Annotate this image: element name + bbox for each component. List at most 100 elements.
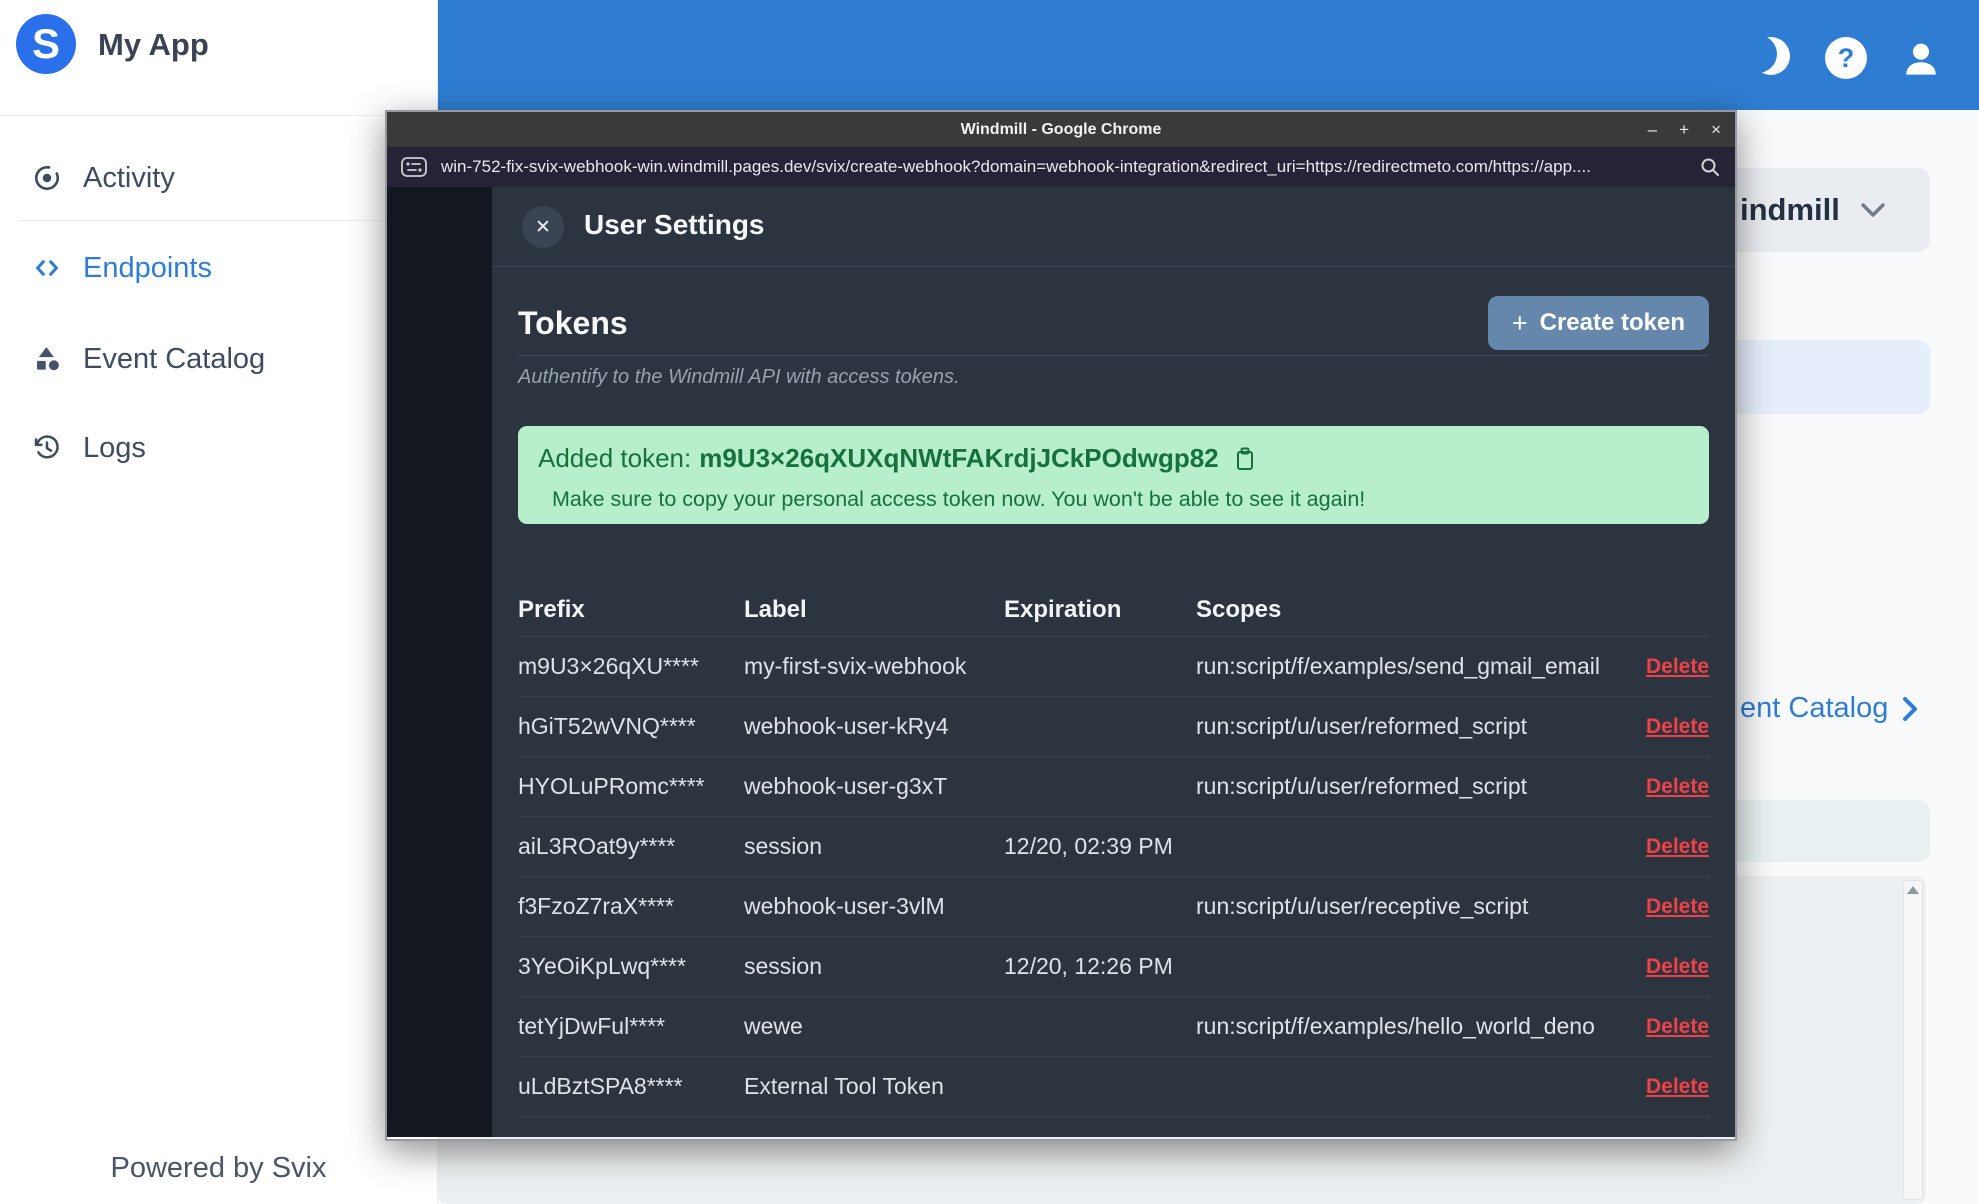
cell-prefix: i9AjXYkJRv**** <box>518 1133 744 1137</box>
chrome-window: Windmill - Google Chrome – + × win-752-f… <box>385 110 1737 1141</box>
token-table-row: m9U3×26qXU**** my-first-svix-webhook run:s… <box>518 637 1709 697</box>
event-catalog-icon <box>32 344 62 374</box>
token-table-row: HYOLuPRomc**** webhook-user-g3xT run:scrip… <box>518 757 1709 817</box>
site-settings-icon[interactable] <box>401 157 427 177</box>
user-icon[interactable] <box>1899 37 1943 81</box>
dark-mode-toggle-icon[interactable] <box>1739 35 1792 77</box>
cell-label: wewe <box>744 1013 803 1039</box>
cell-prefix: HYOLuPRomc**** <box>518 773 705 799</box>
cell-prefix: m9U3×26qXU**** <box>518 653 699 679</box>
divider <box>0 115 437 116</box>
cell-expiration: 12/20, 02:39 PM <box>1004 833 1173 859</box>
scrollbar[interactable] <box>1903 880 1923 1200</box>
sidebar-item-activity[interactable]: Activity <box>0 149 437 207</box>
token-value: m9U3×26qXUXqNWtFAKrdjJCkPOdwgp82 <box>699 443 1219 473</box>
column-header-prefix: Prefix <box>518 596 585 623</box>
window-title: Windmill - Google Chrome <box>960 120 1162 138</box>
cell-prefix: hGiT52wVNQ**** <box>518 713 696 739</box>
url-bar[interactable]: win-752-fix-svix-webhook-win.windmill.pa… <box>387 147 1735 187</box>
sidebar-item-label: Activity <box>83 161 175 194</box>
sidebar-item-label: Event Catalog <box>83 342 266 375</box>
drawer-title: User Settings <box>584 209 765 240</box>
added-token-label: Added token: <box>538 443 692 473</box>
sidebar-item-event-catalog[interactable]: Event Catalog <box>0 330 437 388</box>
token-table-row: uLdBztSPA8**** External Tool Token Delete <box>518 1057 1709 1117</box>
delete-token-link[interactable]: Delete <box>1625 895 1709 919</box>
logs-icon <box>32 433 62 463</box>
modal-backdrop <box>387 187 492 1137</box>
window-content: ✕ User Settings Tokens + Create token Au… <box>387 187 1735 1137</box>
tokens-table-body: m9U3×26qXU**** my-first-svix-webhook run:s… <box>518 637 1709 1137</box>
cell-prefix: 3YeOiKpLwq**** <box>518 953 686 979</box>
token-table-row: 3YeOiKpLwq**** session 12/20, 12:26 PM Dele… <box>518 937 1709 997</box>
tokens-subtitle: Authentify to the Windmill API with acce… <box>518 366 960 388</box>
maximize-button[interactable]: + <box>1679 121 1689 138</box>
url-text[interactable]: win-752-fix-svix-webhook-win.windmill.pa… <box>441 157 1685 177</box>
delete-token-link[interactable]: Delete <box>1625 715 1709 739</box>
window-titlebar[interactable]: Windmill - Google Chrome – + × <box>387 112 1735 147</box>
tokens-heading: Tokens <box>518 304 628 341</box>
token-table-row: f3FzoZ7raX**** webhook-user-3vlM run:scrip… <box>518 877 1709 937</box>
workspace-label: indmill <box>1740 192 1840 227</box>
cell-scopes: run:script/u/user/reformed_script <box>1196 773 1528 799</box>
sidebar: S My App Activity Endpoints Event Catalog L… <box>0 0 438 1204</box>
divider <box>18 220 437 221</box>
tokens-table: Prefix Label Expiration Scopes m9U3×26qXU**… <box>518 584 1709 1137</box>
copy-token-icon[interactable] <box>1235 446 1255 472</box>
sidebar-item-label: Logs <box>83 431 146 464</box>
cell-label: webhook-user-kRy4 <box>744 713 949 739</box>
token-table-row: i9AjXYkJRv****dutele Delete <box>518 1117 1709 1137</box>
cell-scopes: run:script/f/examples/hello_world_deno <box>1196 1013 1595 1039</box>
delete-token-link[interactable]: Delete <box>1625 1015 1709 1039</box>
window-controls: – + × <box>1648 112 1721 147</box>
added-token-alert: Added token: m9U3×26qXUXqNWtFAKrdjJCkPOd… <box>518 426 1709 524</box>
cell-label: webhook-user-g3xT <box>744 773 948 799</box>
drawer-header: ✕ User Settings <box>492 187 1735 267</box>
cell-prefix: aiL3ROat9y**** <box>518 833 676 859</box>
token-table-row: tetYjDwFul**** wewe run:script/f/examples/… <box>518 997 1709 1057</box>
scroll-up-arrow[interactable] <box>1907 886 1919 894</box>
chevron-right-icon <box>1903 696 1918 721</box>
plus-icon: + <box>1511 307 1528 338</box>
sidebar-item-label: Endpoints <box>83 251 212 284</box>
search-icon[interactable] <box>1699 156 1721 178</box>
column-header-scopes: Scopes <box>1196 596 1282 623</box>
chevron-down-icon <box>1860 202 1886 223</box>
token-table-row: aiL3ROat9y**** session 12/20, 02:39 PM Dele… <box>518 817 1709 877</box>
token-table-row: hGiT52wVNQ**** webhook-user-kRy4 run:scrip… <box>518 697 1709 757</box>
cell-prefix: uLdBztSPA8**** <box>518 1073 683 1099</box>
cell-scopes: run:script/u/user/reformed_script <box>1196 713 1528 739</box>
column-header-expiration: Expiration <box>1004 596 1122 623</box>
create-token-button[interactable]: + Create token <box>1487 296 1709 350</box>
cell-scopes: run:script/f/examples/send_gmail_email <box>1196 653 1600 679</box>
delete-token-link[interactable]: Delete <box>1625 1135 1709 1138</box>
close-icon: ✕ <box>535 216 551 238</box>
cell-label: External Tool Token <box>744 1073 944 1099</box>
delete-token-link[interactable]: Delete <box>1625 835 1709 859</box>
event-catalog-link[interactable]: ent Catalog <box>1740 692 1918 725</box>
user-settings-drawer: ✕ User Settings Tokens + Create token Au… <box>492 187 1735 1137</box>
cell-label: webhook-user-3vlM <box>744 893 945 919</box>
delete-token-link[interactable]: Delete <box>1625 655 1709 679</box>
close-window-button[interactable]: × <box>1711 121 1721 138</box>
column-header-label: Label <box>744 596 807 623</box>
sidebar-item-endpoints[interactable]: Endpoints <box>0 239 437 297</box>
delete-token-link[interactable]: Delete <box>1625 1075 1709 1099</box>
minimize-button[interactable]: – <box>1648 121 1657 138</box>
activity-icon <box>32 163 62 193</box>
powered-by-svix: Powered by Svix <box>110 1152 327 1184</box>
delete-token-link[interactable]: Delete <box>1625 775 1709 799</box>
cell-label: session <box>744 953 822 979</box>
cell-prefix: tetYjDwFul**** <box>518 1013 665 1039</box>
svix-logo: S <box>16 14 76 74</box>
cell-label: dutele <box>744 1133 1004 1137</box>
screen: ? indmill ent Catalog S My App Activity … <box>0 0 1979 1204</box>
help-icon[interactable]: ? <box>1825 37 1867 79</box>
delete-token-link[interactable]: Delete <box>1625 955 1709 979</box>
sidebar-item-logs[interactable]: Logs <box>0 419 437 477</box>
top-navbar: ? <box>437 0 1979 110</box>
cell-prefix: f3FzoZ7raX**** <box>518 893 674 919</box>
close-drawer-button[interactable]: ✕ <box>522 206 564 248</box>
divider <box>518 355 1709 356</box>
tokens-header-row: Tokens + Create token <box>518 296 1709 350</box>
